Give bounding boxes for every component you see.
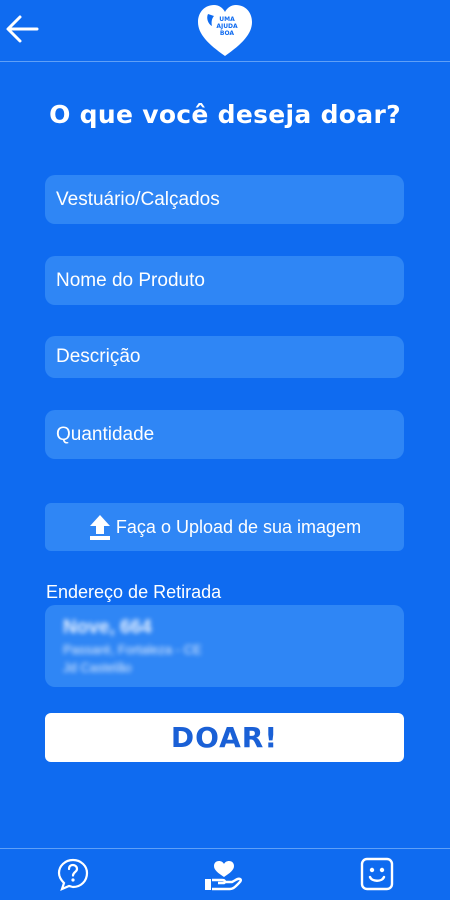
app-logo: UMA AJUDA BOA bbox=[196, 2, 254, 58]
quantity-input[interactable]: Quantidade bbox=[45, 410, 404, 459]
category-select[interactable]: Vestuário/Calçados bbox=[45, 175, 404, 224]
help-icon bbox=[57, 858, 89, 891]
logo-text: UMA AJUDA BOA bbox=[212, 16, 242, 37]
help-button[interactable] bbox=[56, 857, 90, 896]
donate-nav-button[interactable] bbox=[204, 859, 244, 898]
bottom-nav bbox=[0, 848, 450, 900]
donate-button[interactable]: DOAR! bbox=[45, 713, 404, 762]
address-line-1: Nove, 664 bbox=[63, 617, 152, 638]
address-box[interactable]: Nove, 664 Passaré, Fortaleza - CE Jd Cas… bbox=[45, 605, 404, 687]
upload-image-button[interactable]: Faça o Upload de sua imagem bbox=[45, 503, 404, 551]
logo-line: AJUDA bbox=[216, 23, 238, 30]
page-title: O que você deseja doar? bbox=[49, 100, 401, 129]
product-name-placeholder: Nome do Produto bbox=[56, 269, 205, 291]
arrow-left-icon bbox=[6, 15, 39, 43]
address-label: Endereço de Retirada bbox=[46, 582, 222, 602]
smile-face-icon bbox=[360, 857, 394, 891]
address-line-3: Jd Castelão bbox=[63, 660, 132, 675]
product-name-input[interactable]: Nome do Produto bbox=[45, 256, 404, 305]
upload-icon bbox=[89, 515, 110, 540]
description-placeholder: Descrição bbox=[56, 346, 141, 367]
profile-button[interactable] bbox=[360, 857, 394, 896]
logo-line: BOA bbox=[219, 30, 235, 37]
back-button[interactable] bbox=[4, 12, 40, 46]
quantity-placeholder: Quantidade bbox=[56, 423, 155, 445]
upload-label: Faça o Upload de sua imagem bbox=[115, 516, 362, 537]
description-input[interactable]: Descrição bbox=[45, 336, 404, 378]
logo-line: UMA bbox=[219, 16, 235, 23]
donate-hand-heart-icon bbox=[205, 861, 243, 891]
category-value: Vestuário/Calçados bbox=[56, 188, 220, 210]
top-bar: UMA AJUDA BOA bbox=[0, 0, 450, 62]
address-line-2: Passaré, Fortaleza - CE bbox=[63, 642, 202, 657]
